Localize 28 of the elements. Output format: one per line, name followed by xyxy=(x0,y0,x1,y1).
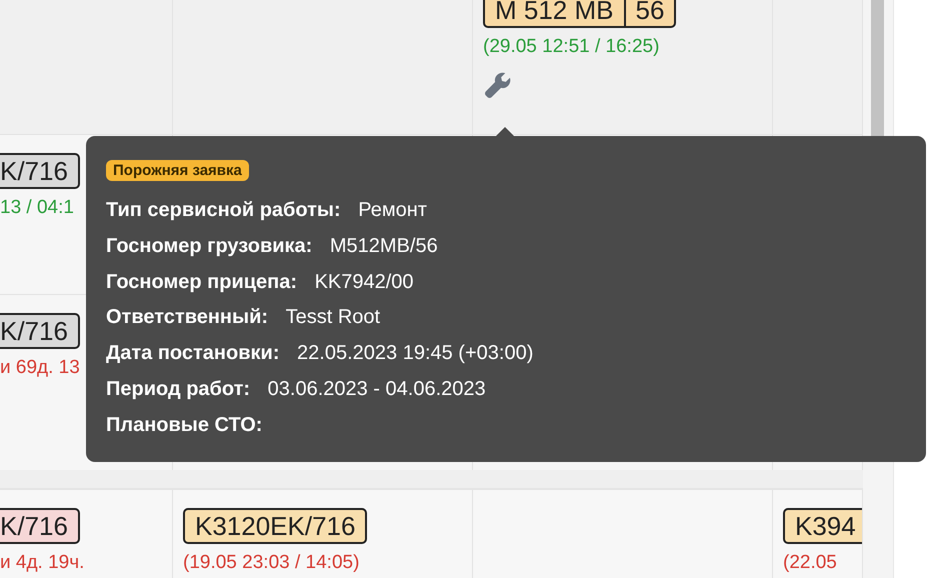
time-range: (29.05 12:51 / 16:25) xyxy=(483,36,660,58)
status-badge: Порожняя заявка xyxy=(106,160,249,181)
field-label: Плановые СТО: xyxy=(106,414,262,436)
plate-region: 56 xyxy=(624,0,674,26)
plate-badge: K394 xyxy=(783,508,862,544)
plate-badge: K/716 xyxy=(0,508,80,544)
field-value: 22.05.2023 19:45 (+03:00) xyxy=(297,342,534,364)
field-value: KK7942/00 xyxy=(314,270,414,293)
field-label: Ответственный: xyxy=(106,306,268,328)
field-label: Тип сервисной работы: xyxy=(106,199,341,221)
field-label: Период работ: xyxy=(106,378,250,400)
field-value: Ремонт xyxy=(358,199,427,221)
plate-badge: K/716 xyxy=(0,153,80,189)
field-label: Госномер грузовика: xyxy=(106,234,312,257)
time-range: 13 / 04:1 xyxy=(0,197,74,219)
field-label: Дата постановки: xyxy=(106,342,280,364)
field-value: Tesst Root xyxy=(286,306,380,328)
plate-badge: K3120EK/716 xyxy=(183,508,368,544)
plate-number: M 512 MB xyxy=(494,0,614,26)
wrench-icon[interactable] xyxy=(483,70,513,100)
time-range: и 4д. 19ч. xyxy=(0,552,84,574)
field-label: Госномер прицепа: xyxy=(106,270,298,293)
field-value: M512MB/56 xyxy=(330,234,438,257)
time-range: (19.05 23:03 / 14:05) xyxy=(183,552,360,574)
plate-badge: K/716 xyxy=(0,313,80,349)
time-range: и 69д. 13 xyxy=(0,357,80,379)
time-range: (22.05 xyxy=(783,552,837,574)
field-value: 03.06.2023 - 04.06.2023 xyxy=(268,378,486,400)
